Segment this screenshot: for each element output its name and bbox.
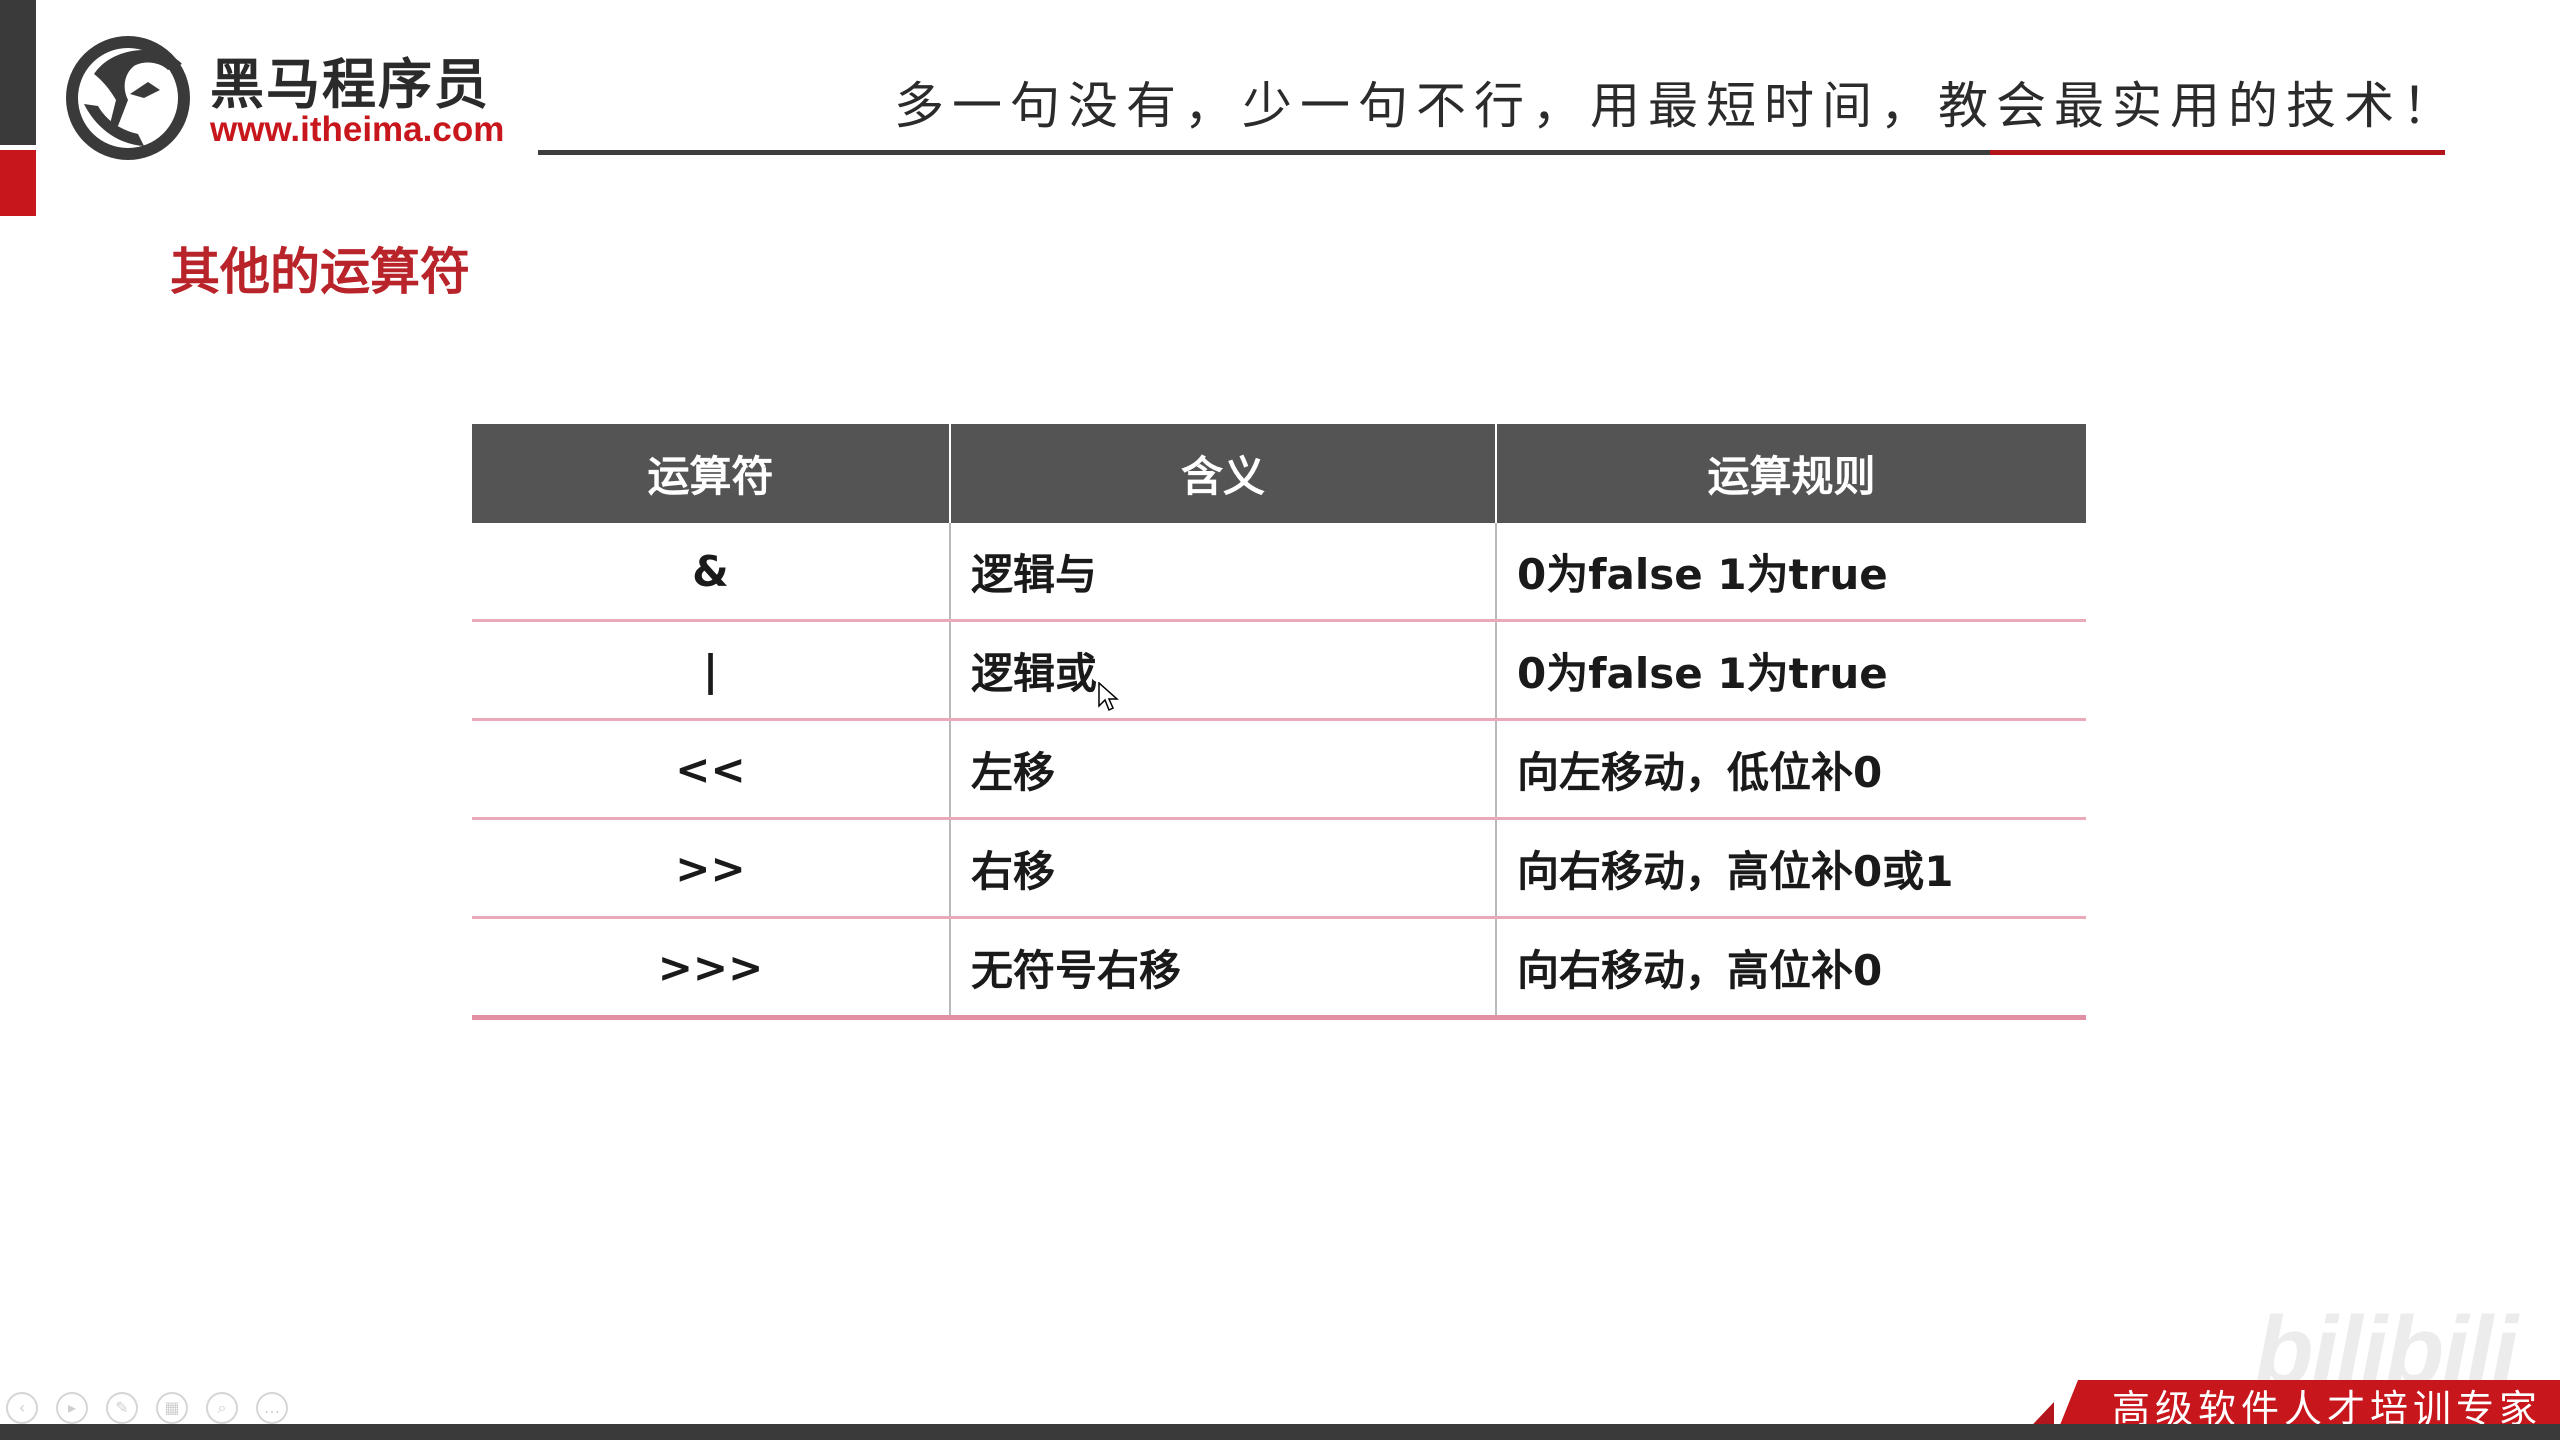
logo: 黑马程序员 www.itheima.com bbox=[64, 34, 504, 164]
play-control-icon[interactable]: ▸ bbox=[56, 1392, 88, 1424]
operator-cell: >> bbox=[472, 818, 951, 919]
operator-cell: >>> bbox=[472, 917, 951, 1020]
column-header-rule: 运算规则 bbox=[1496, 424, 2086, 523]
mouse-cursor-icon bbox=[1098, 682, 1119, 712]
slides-control-icon[interactable]: ▦ bbox=[156, 1392, 188, 1424]
table-row: | 逻辑或 0为false 1为true bbox=[472, 620, 2086, 721]
logo-name: 黑马程序员 bbox=[210, 53, 490, 116]
column-header-operator: 运算符 bbox=[472, 424, 951, 523]
meaning-cell: 右移 bbox=[950, 818, 1497, 919]
column-header-meaning: 含义 bbox=[950, 424, 1497, 523]
table-row: << 左移 向左移动，低位补0 bbox=[472, 719, 2086, 820]
meaning-cell: 逻辑与 bbox=[950, 523, 1497, 622]
header-divider bbox=[538, 150, 1990, 155]
slide: 黑马程序员 www.itheima.com 多一句没有，少一句不行，用最短时间，… bbox=[0, 0, 2560, 1440]
operators-table: 运算符 含义 运算规则 & 逻辑与 0为false 1为true | 逻辑或 0… bbox=[472, 424, 2086, 1020]
side-accent-red bbox=[0, 150, 36, 216]
meaning-cell: 左移 bbox=[950, 719, 1497, 820]
player-controls: ‹ ▸ ✎ ▦ ⌕ … bbox=[6, 1392, 288, 1428]
zoom-control-icon[interactable]: ⌕ bbox=[206, 1392, 238, 1424]
rule-cell: 0为false 1为true bbox=[1496, 620, 2086, 721]
slogan: 多一句没有，少一句不行，用最短时间，教会最实用的技术！ bbox=[894, 77, 2460, 135]
rule-cell: 向右移动，高位补0 bbox=[1496, 917, 2086, 1020]
table-row: >>> 无符号右移 向右移动，高位补0 bbox=[472, 917, 2086, 1020]
table-row: >> 右移 向右移动，高位补0或1 bbox=[472, 818, 2086, 919]
operator-cell: << bbox=[472, 719, 951, 820]
table-row: & 逻辑与 0为false 1为true bbox=[472, 523, 2086, 622]
logo-horse-icon bbox=[66, 36, 190, 160]
meaning-cell: 逻辑或 bbox=[950, 620, 1497, 721]
prev-control-icon[interactable]: ‹ bbox=[6, 1392, 38, 1424]
side-accent-gray bbox=[0, 0, 36, 145]
rule-cell: 0为false 1为true bbox=[1496, 523, 2086, 622]
header-divider-accent bbox=[1990, 150, 2445, 155]
logo-url: www.itheima.com bbox=[210, 110, 505, 149]
operator-cell: & bbox=[472, 523, 951, 622]
rule-cell: 向左移动，低位补0 bbox=[1496, 719, 2086, 820]
section-title: 其他的运算符 bbox=[170, 243, 470, 301]
bottom-bar bbox=[0, 1424, 2560, 1440]
meaning-cell: 无符号右移 bbox=[950, 917, 1497, 1020]
operator-cell: | bbox=[472, 620, 951, 721]
table-header-row: 运算符 含义 运算规则 bbox=[472, 424, 2086, 523]
more-control-icon[interactable]: … bbox=[256, 1392, 288, 1424]
pen-control-icon[interactable]: ✎ bbox=[106, 1392, 138, 1424]
rule-cell: 向右移动，高位补0或1 bbox=[1496, 818, 2086, 919]
